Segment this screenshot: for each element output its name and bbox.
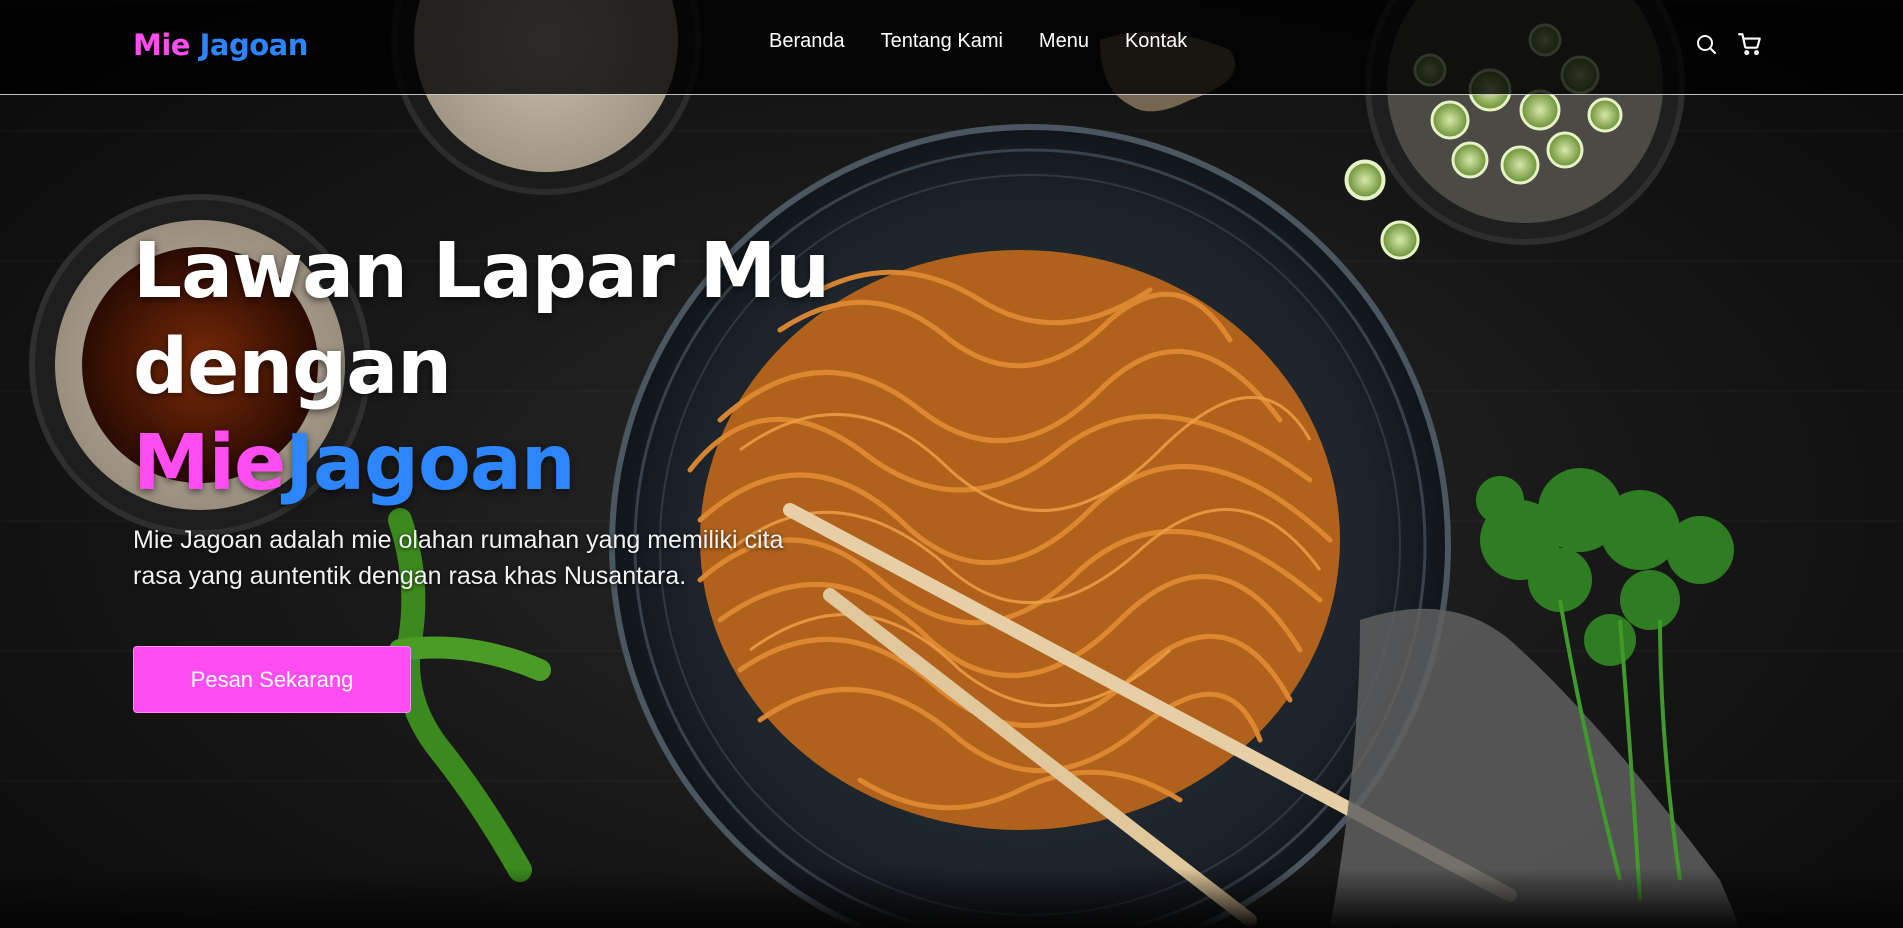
hero-headline: Lawan Lapar Mu dengan MieJagoan (133, 224, 830, 512)
brand-logo-part2: Jagoan (199, 28, 309, 62)
nav-link-menu[interactable]: Menu (1039, 30, 1089, 53)
search-icon[interactable] (1693, 31, 1719, 57)
brand-logo-part1: Mie (133, 28, 190, 62)
nav-link-tentang-kami[interactable]: Tentang Kami (881, 30, 1003, 53)
hero-headline-pink: Mie (133, 419, 286, 508)
hero-headline-blue: Jagoan (285, 419, 575, 508)
nav-link-kontak[interactable]: Kontak (1125, 30, 1187, 53)
nav-icons (1693, 31, 1763, 57)
hero-section: Mie Jagoan Beranda Tentang Kami Menu Kon… (0, 0, 1903, 928)
hero-headline-line2: dengan (133, 323, 452, 412)
navbar: Mie Jagoan Beranda Tentang Kami Menu Kon… (0, 0, 1903, 95)
hero-headline-line1: Lawan Lapar Mu (133, 227, 830, 316)
order-now-button[interactable]: Pesan Sekarang (133, 646, 411, 713)
nav-link-beranda[interactable]: Beranda (769, 30, 845, 53)
hero-headline-line3: MieJagoan (133, 416, 829, 512)
cart-icon[interactable] (1737, 31, 1763, 57)
brand-logo[interactable]: Mie Jagoan (133, 28, 308, 62)
nav-links: Beranda Tentang Kami Menu Kontak (769, 30, 1187, 53)
hero-subtitle: Mie Jagoan adalah mie olahan rumahan yan… (133, 526, 784, 590)
